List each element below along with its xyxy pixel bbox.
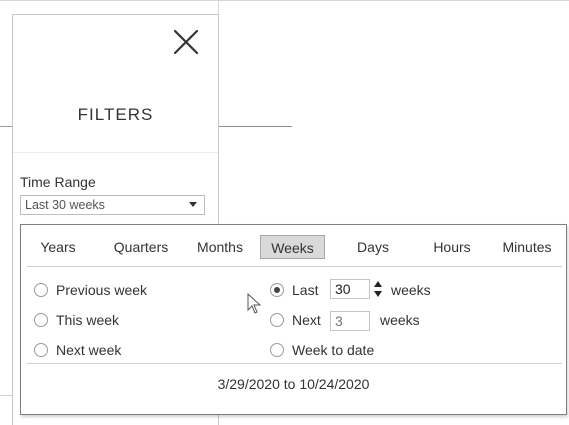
radio-icon (270, 313, 284, 327)
tab-days[interactable]: Days (348, 235, 398, 259)
last-unit-label: weeks (391, 282, 431, 298)
option-label: This week (56, 312, 120, 328)
option-next-week[interactable]: Next week (34, 342, 184, 360)
background-rule (0, 126, 12, 127)
tab-weeks[interactable]: Weeks (260, 235, 325, 259)
date-range-text: 3/29/2020 to 10/24/2020 (217, 376, 370, 392)
radio-icon (270, 343, 284, 357)
footer-divider (27, 363, 562, 364)
option-label: Next week (56, 342, 122, 358)
option-label: Last (292, 282, 319, 298)
background-rule (0, 395, 12, 425)
tab-years[interactable]: Years (34, 235, 82, 259)
option-label: Previous week (56, 282, 148, 298)
caret-down-icon (189, 202, 197, 207)
option-last[interactable]: Last (270, 282, 326, 300)
radio-icon (34, 313, 48, 327)
close-button[interactable] (169, 25, 203, 59)
tab-hours[interactable]: Hours (425, 235, 479, 259)
tab-minutes[interactable]: Minutes (496, 235, 558, 259)
time-range-label: Time Range (20, 174, 96, 190)
radio-icon (34, 343, 48, 357)
option-this-week[interactable]: This week (34, 312, 184, 330)
option-label: Week to date (292, 342, 375, 358)
background-rule (218, 126, 292, 127)
time-range-select[interactable]: Last 30 weeks (20, 195, 205, 215)
radio-selected-icon (270, 283, 284, 297)
tabs-divider (27, 266, 562, 267)
option-label: Next (292, 312, 321, 328)
panel-divider (13, 152, 218, 153)
last-count-input[interactable] (330, 279, 370, 299)
tab-months[interactable]: Months (187, 235, 253, 259)
next-unit-label: weeks (380, 312, 420, 328)
next-count-input[interactable] (330, 311, 370, 331)
tab-quarters[interactable]: Quarters (108, 235, 174, 259)
relative-date-popup: Years Quarters Months Weeks Days Hours M… (20, 224, 567, 415)
option-week-to-date[interactable]: Week to date (270, 342, 400, 360)
radio-icon (34, 283, 48, 297)
background-top-border (0, 0, 569, 1)
stepper-arrows-icon[interactable] (374, 281, 382, 297)
panel-title: FILTERS (77, 105, 154, 124)
time-range-value: Last 30 weeks (25, 198, 105, 212)
mouse-pointer-icon (247, 293, 262, 314)
close-icon (173, 29, 199, 55)
option-previous-week[interactable]: Previous week (34, 282, 184, 300)
option-next[interactable]: Next (270, 312, 326, 330)
